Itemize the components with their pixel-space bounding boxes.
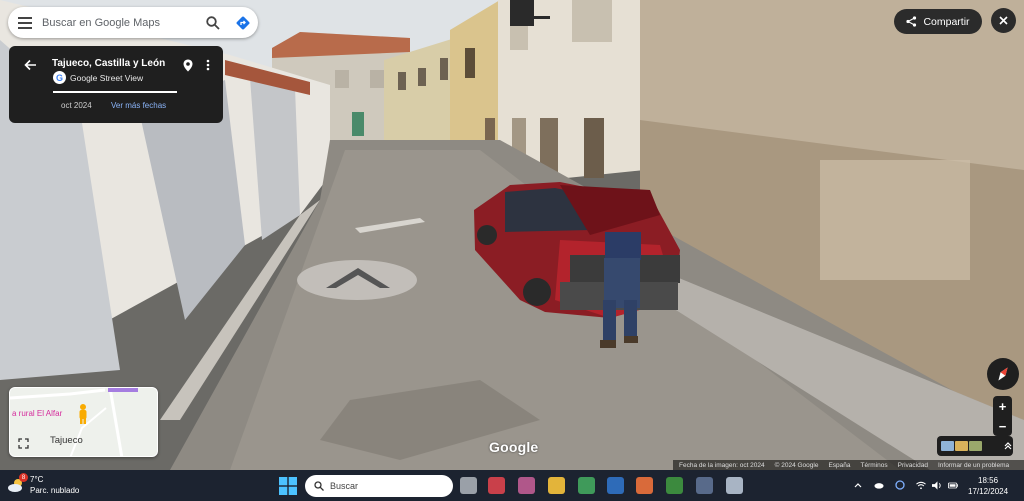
wifi-button[interactable]	[916, 480, 926, 490]
compass-button[interactable]	[987, 358, 1019, 390]
start-button[interactable]	[279, 477, 297, 495]
location-title: Tajueco, Castilla y León	[52, 58, 166, 69]
image-thumbnails-button[interactable]	[937, 436, 1013, 456]
report-problem-link[interactable]: Informar de un problema	[938, 462, 1009, 469]
location-card: Tajueco, Castilla y León G Google Street…	[9, 46, 223, 123]
share-button[interactable]: Compartir	[894, 9, 982, 34]
street-view-source: G Google Street View	[53, 71, 143, 84]
poi-label[interactable]: a rural El Alfar	[12, 409, 62, 418]
pin-icon	[183, 59, 193, 71]
mini-map[interactable]: a rural El Alfar Tajueco	[9, 387, 158, 457]
expand-map-button[interactable]	[16, 436, 30, 450]
privacy-link[interactable]: Privacidad	[898, 462, 928, 469]
attribution-bar: Fecha de la imagen: oct 2024 © 2024 Goog…	[673, 460, 1024, 470]
tray-cloud-button[interactable]	[874, 480, 884, 490]
tray-app-button[interactable]	[895, 480, 905, 490]
notification-badge: 8	[19, 473, 28, 482]
arrow-back-icon	[23, 59, 36, 71]
tray-overflow-button[interactable]	[853, 480, 863, 490]
system-clock[interactable]: 18:56 17/12/2024	[968, 475, 1008, 497]
more-dates-link[interactable]: Ver más fechas	[111, 101, 166, 110]
search-icon	[206, 15, 220, 30]
thumbnail-photo-icon	[955, 441, 968, 451]
taskbar-app-4[interactable]	[548, 477, 565, 494]
fullscreen-icon	[17, 437, 29, 449]
close-icon	[999, 16, 1008, 25]
clock-date: 17/12/2024	[968, 487, 1009, 496]
taskbar-app-5[interactable]	[578, 477, 595, 494]
zoom-out-button[interactable]: −	[993, 416, 1012, 436]
hamburger-menu-icon	[18, 16, 32, 29]
pegman-icon	[79, 404, 87, 424]
cloud-icon	[874, 483, 884, 489]
image-date: Fecha de la imagen: oct 2024	[679, 461, 765, 469]
source-label: Google Street View	[70, 72, 144, 83]
compass-icon	[998, 367, 1008, 381]
search-input[interactable]	[42, 16, 198, 29]
taskbar-search[interactable]: Buscar	[305, 475, 453, 497]
terms-link[interactable]: Términos	[861, 462, 888, 469]
town-label: Tajueco	[50, 435, 83, 446]
wifi-icon	[916, 481, 926, 489]
volume-icon	[932, 480, 941, 490]
search-box	[8, 7, 258, 38]
chevron-up-icon	[854, 483, 862, 488]
taskbar-app-8[interactable]	[666, 477, 683, 494]
location-pin-button[interactable]	[180, 56, 196, 74]
zoom-in-button[interactable]: +	[993, 396, 1012, 416]
country-link[interactable]: España	[828, 462, 850, 469]
date-timeline	[53, 91, 177, 93]
more-vert-icon	[206, 59, 210, 71]
battery-button[interactable]	[948, 480, 958, 490]
taskbar-app-2[interactable]	[488, 477, 505, 494]
taskbar-app-9[interactable]	[696, 477, 713, 494]
google-logo-icon: G	[53, 71, 66, 84]
volume-button[interactable]	[932, 480, 942, 490]
sync-icon	[895, 480, 905, 490]
taskbar-search-placeholder: Buscar	[330, 481, 359, 491]
zoom-control: + −	[993, 396, 1012, 436]
weather-widget[interactable]: 8 7°C Parc. nublado	[7, 473, 80, 496]
taskbar-app-10[interactable]	[726, 477, 743, 494]
taskbar-app-6[interactable]	[607, 477, 624, 494]
clock-time: 18:56	[978, 476, 999, 485]
menu-button[interactable]	[8, 7, 42, 38]
search-button[interactable]	[198, 7, 228, 38]
taskbar: 8 7°C Parc. nublado Buscar 18:56 17/12/2…	[0, 470, 1024, 501]
taskbar-app-3[interactable]	[518, 477, 535, 494]
back-button[interactable]	[21, 56, 39, 74]
more-options-button[interactable]	[201, 56, 215, 74]
share-icon	[906, 16, 917, 27]
share-label: Compartir	[923, 15, 970, 28]
copyright: © 2024 Google	[774, 461, 819, 469]
search-icon	[314, 481, 324, 491]
taskbar-app-1[interactable]	[460, 477, 477, 494]
google-watermark: Google	[489, 439, 539, 455]
directions-button[interactable]	[228, 7, 258, 38]
chevron-up-icon	[1004, 442, 1012, 450]
windows-logo-icon	[279, 477, 297, 495]
close-button[interactable]	[991, 8, 1016, 33]
taskbar-app-7[interactable]	[636, 477, 653, 494]
battery-icon	[948, 482, 958, 488]
weather-desc: Parc. nublado	[30, 486, 80, 495]
weather-temp: 7°C	[30, 475, 44, 484]
directions-icon	[236, 16, 250, 29]
thumbnail-street-icon	[969, 441, 982, 451]
thumbnail-satellite-icon	[941, 441, 954, 451]
capture-date: oct 2024	[61, 101, 92, 110]
